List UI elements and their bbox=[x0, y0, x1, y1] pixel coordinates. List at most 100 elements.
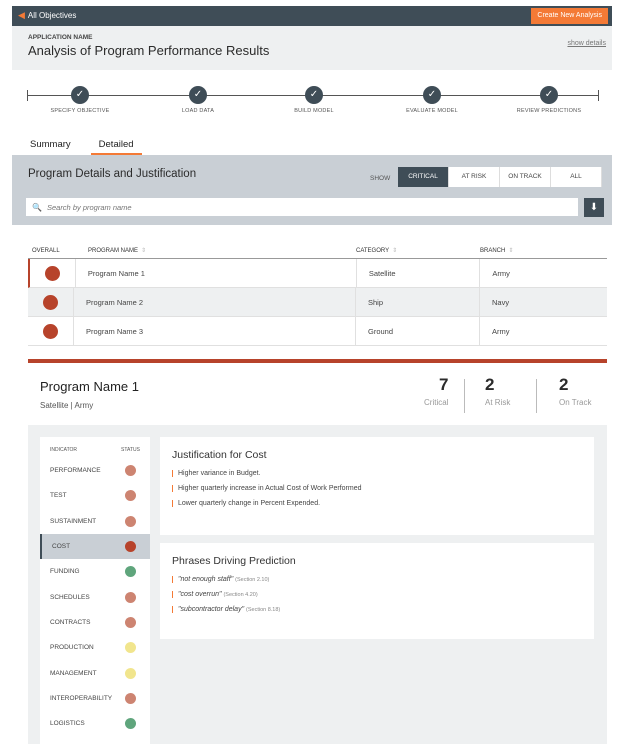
indicator-interoperability[interactable]: INTEROPERABILITY bbox=[40, 686, 150, 711]
table-row[interactable]: Program Name 3 Ground Army bbox=[28, 317, 607, 346]
table-row[interactable]: Program Name 1 Satellite Army bbox=[28, 259, 607, 288]
filter-at-risk-button[interactable]: AT RISK bbox=[449, 167, 500, 187]
col-label: OVERALL bbox=[32, 247, 60, 254]
indicator-header: INDICATOR STATUS bbox=[40, 437, 150, 453]
filter-on-track-button[interactable]: ON TRACK bbox=[500, 167, 551, 187]
status-filter-group: CRITICAL AT RISK ON TRACK ALL bbox=[398, 167, 602, 187]
step-label: SPECIFY OBJECTIVE bbox=[50, 108, 110, 114]
search-input[interactable] bbox=[46, 202, 547, 212]
branch-cell: Navy bbox=[492, 297, 510, 307]
status-dot bbox=[125, 566, 136, 578]
step-label: REVIEW PREDICTIONS bbox=[516, 108, 582, 114]
step-evaluate-model[interactable]: ✓ EVALUATE MODEL bbox=[387, 86, 477, 115]
top-bar: ◀ All Objectives Create New Analysis bbox=[12, 6, 612, 26]
check-icon: ✓ bbox=[305, 86, 323, 104]
indicator-test[interactable]: TEST bbox=[40, 483, 150, 508]
download-icon: ⬇ bbox=[589, 202, 599, 213]
phrase-ref[interactable]: (Section 8.18) bbox=[246, 607, 280, 613]
stepper-end-cap bbox=[598, 90, 599, 101]
stat-on-track: 2 On Track bbox=[559, 375, 591, 407]
category-cell: Satellite bbox=[357, 259, 481, 287]
sort-icon: ⇕ bbox=[392, 248, 398, 254]
step-load-data[interactable]: ✓ LOAD DATA bbox=[153, 86, 243, 115]
download-button[interactable]: ⬇ bbox=[584, 198, 604, 217]
stepper-start-cap bbox=[27, 90, 28, 101]
status-dot bbox=[125, 718, 136, 730]
indicator-performance[interactable]: PERFORMANCE bbox=[40, 458, 150, 483]
view-tabs: Summary Detailed bbox=[30, 139, 142, 156]
indicator-management[interactable]: MANAGEMENT bbox=[40, 660, 150, 685]
status-col-label: STATUS bbox=[121, 447, 140, 453]
status-dot bbox=[125, 667, 136, 679]
program-name-cell: Program Name 3 bbox=[74, 317, 356, 345]
status-dot bbox=[125, 541, 136, 553]
tab-summary[interactable]: Summary bbox=[30, 139, 71, 156]
phrase-ref[interactable]: (Section 2.10) bbox=[235, 577, 269, 583]
indicator-cost[interactable]: COST bbox=[40, 533, 150, 560]
program-name-cell: Program Name 2 bbox=[74, 288, 356, 316]
phrase-item: "cost overrun" (Section 4.20) bbox=[172, 591, 582, 598]
step-build-model[interactable]: ✓ BUILD MODEL bbox=[269, 86, 359, 115]
col-branch[interactable]: BRANCH ⇕ bbox=[480, 247, 607, 255]
filter-critical-button[interactable]: CRITICAL bbox=[398, 167, 449, 187]
stat-value: 2 bbox=[485, 375, 495, 394]
indicator-label: SCHEDULES bbox=[50, 593, 90, 601]
all-objectives-label: All Objectives bbox=[27, 11, 77, 20]
overall-cell bbox=[28, 317, 74, 345]
indicator-label: PERFORMANCE bbox=[50, 467, 101, 475]
step-review-predictions[interactable]: ✓ REVIEW PREDICTIONS bbox=[504, 86, 594, 115]
create-new-analysis-button[interactable]: Create New Analysis bbox=[531, 8, 608, 24]
page-header: APPLICATION NAME Analysis of Program Per… bbox=[12, 26, 612, 70]
step-label: BUILD MODEL bbox=[294, 108, 334, 114]
page-title: Analysis of Program Performance Results bbox=[28, 43, 270, 58]
col-program-name[interactable]: PROGRAM NAME ⇕ bbox=[74, 247, 356, 255]
category-cell: Ground bbox=[356, 317, 480, 345]
step-label: EVALUATE MODEL bbox=[406, 108, 458, 114]
indicator-production[interactable]: PRODUCTION bbox=[40, 635, 150, 660]
critical-status-dot bbox=[44, 265, 60, 281]
phrase-text: "subcontractor delay" bbox=[178, 606, 245, 613]
program-name: Program Name 1 bbox=[40, 379, 139, 394]
indicator-funding[interactable]: FUNDING bbox=[40, 559, 150, 584]
section-title: Program Details and Justification bbox=[28, 168, 197, 180]
justification-card: Justification for Cost Higher variance i… bbox=[160, 437, 594, 535]
program-detail-panel: Program Name 1 Satellite | Army 7 Critic… bbox=[28, 359, 607, 744]
indicator-contracts[interactable]: CONTRACTS bbox=[40, 610, 150, 635]
stat-value: 7 bbox=[438, 375, 449, 394]
search-icon: 🔍 bbox=[32, 202, 42, 212]
stat-critical: 7 Critical bbox=[424, 375, 448, 407]
justification-item: Higher variance in Budget. bbox=[172, 470, 582, 477]
indicator-label: PRODUCTION bbox=[50, 644, 94, 652]
table-body: Program Name 1 Satellite Army Program Na… bbox=[28, 259, 607, 346]
check-icon: ✓ bbox=[71, 86, 89, 104]
indicator-label: MANAGEMENT bbox=[50, 669, 97, 677]
stat-label: At Risk bbox=[485, 398, 511, 407]
indicator-label: CONTRACTS bbox=[50, 618, 91, 626]
phrase-text: "cost overrun" bbox=[178, 591, 222, 598]
branch-cell: Army bbox=[492, 326, 510, 336]
status-dot bbox=[125, 591, 136, 603]
col-label: PROGRAM NAME bbox=[88, 247, 139, 254]
all-objectives-link[interactable]: ◀ All Objectives bbox=[18, 10, 76, 21]
col-overall[interactable]: OVERALL bbox=[28, 248, 74, 254]
stat-divider bbox=[536, 379, 537, 413]
detail-header: Program Name 1 Satellite | Army 7 Critic… bbox=[28, 363, 607, 425]
filter-all-button[interactable]: ALL bbox=[551, 167, 602, 187]
show-details-link[interactable]: show details bbox=[567, 40, 606, 47]
indicator-sustainment[interactable]: SUSTAINMENT bbox=[40, 509, 150, 534]
table-row[interactable]: Program Name 2 Ship Navy bbox=[28, 288, 607, 317]
search-box: 🔍 bbox=[26, 198, 578, 216]
stat-label: On Track bbox=[559, 398, 592, 407]
overall-cell bbox=[28, 288, 74, 316]
check-icon: ✓ bbox=[189, 86, 207, 104]
filter-bar: Program Details and Justification SHOW C… bbox=[12, 155, 612, 225]
phrase-ref[interactable]: (Section 4.20) bbox=[223, 592, 257, 598]
step-specify-objective[interactable]: ✓ SPECIFY OBJECTIVE bbox=[35, 86, 125, 115]
tab-detailed[interactable]: Detailed bbox=[90, 139, 142, 156]
col-category[interactable]: CATEGORY ⇕ bbox=[356, 247, 480, 255]
indicator-logistics[interactable]: LOGISTICS bbox=[40, 711, 150, 736]
status-dot bbox=[125, 515, 136, 527]
indicator-schedules[interactable]: SCHEDULES bbox=[40, 584, 150, 609]
indicator-label: LOGISTICS bbox=[50, 720, 85, 728]
justification-item: Lower quarterly change in Percent Expend… bbox=[172, 500, 582, 507]
